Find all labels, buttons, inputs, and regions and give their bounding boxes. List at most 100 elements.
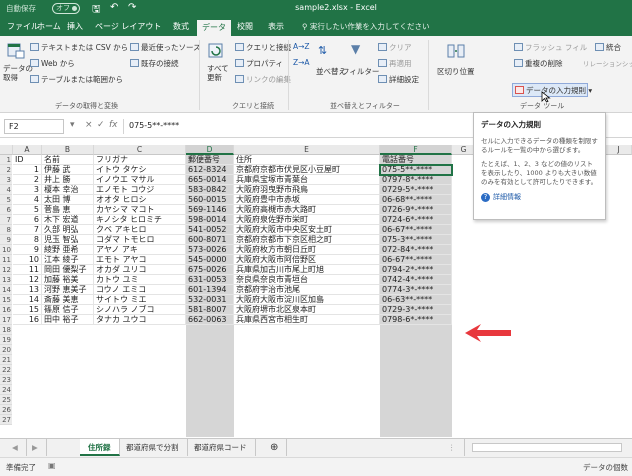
header-cell[interactable]: ID bbox=[13, 155, 42, 165]
enter-icon[interactable]: ✓ bbox=[97, 120, 105, 130]
table-cell[interactable]: 久部 明弘 bbox=[42, 225, 94, 235]
text-to-columns-icon[interactable] bbox=[446, 42, 466, 60]
table-cell[interactable]: 田中 裕子 bbox=[42, 315, 94, 325]
sheet-scroll-right-icon[interactable]: ▶ bbox=[24, 439, 47, 456]
table-cell[interactable]: 大阪府堺市北区泉本町 bbox=[234, 305, 380, 315]
table-cell[interactable]: 5 bbox=[13, 205, 42, 215]
table-cell[interactable]: 兵庫県加古川市尾上町旭 bbox=[234, 265, 380, 275]
properties-button[interactable]: プロパティ bbox=[235, 58, 283, 69]
row-header[interactable]: 19 bbox=[0, 335, 12, 345]
get-data-icon[interactable] bbox=[6, 42, 26, 60]
table-cell[interactable]: 大阪府大阪市中央区安土町 bbox=[234, 225, 380, 235]
table-cell[interactable]: 7 bbox=[13, 225, 42, 235]
table-cell[interactable]: 665-0014 bbox=[186, 175, 234, 185]
existing-connections-button[interactable]: 既存の接続 bbox=[130, 58, 179, 69]
table-cell[interactable]: コダマ トモヒロ bbox=[94, 235, 186, 245]
data-validation-button[interactable]: データの入力規則 ▾ bbox=[515, 85, 592, 96]
horizontal-scrollbar[interactable] bbox=[472, 443, 622, 452]
table-cell[interactable]: 601-1394 bbox=[186, 285, 234, 295]
flash-fill-button[interactable]: フラッシュ フィル bbox=[514, 42, 587, 53]
table-cell[interactable]: クベ アキヒロ bbox=[94, 225, 186, 235]
table-cell[interactable]: シノハラ ノブコ bbox=[94, 305, 186, 315]
table-cell[interactable]: 675-0026 bbox=[186, 265, 234, 275]
table-cell[interactable]: 8 bbox=[13, 235, 42, 245]
sheet-tab-split[interactable]: 都道府県で分割 bbox=[118, 439, 188, 456]
table-cell[interactable]: 兵庫県宝塚市青葉台 bbox=[234, 175, 380, 185]
insert-function-icon[interactable]: fx bbox=[109, 120, 118, 130]
table-cell[interactable]: 569-1146 bbox=[186, 205, 234, 215]
table-cell[interactable]: 伊藤 武 bbox=[42, 165, 94, 175]
table-cell[interactable]: 河野 恵美子 bbox=[42, 285, 94, 295]
row-header[interactable]: 1 bbox=[0, 155, 12, 165]
row-header[interactable]: 25 bbox=[0, 395, 12, 405]
table-cell[interactable]: 9 bbox=[13, 245, 42, 255]
row-header[interactable]: 5 bbox=[0, 195, 12, 205]
table-cell[interactable]: 0794-2*-**** bbox=[380, 265, 452, 275]
table-cell[interactable]: 岡田 優梨子 bbox=[42, 265, 94, 275]
table-cell[interactable]: 榎本 幸治 bbox=[42, 185, 94, 195]
table-cell[interactable]: アヤノ アキ bbox=[94, 245, 186, 255]
table-cell[interactable]: 560-0015 bbox=[186, 195, 234, 205]
table-cell[interactable]: 京都府京都市伏見区小豆屋町 bbox=[234, 165, 380, 175]
queries-connections-button[interactable]: クエリと接続 bbox=[235, 42, 291, 53]
table-cell[interactable]: 大阪府泉佐野市栄町 bbox=[234, 215, 380, 225]
table-cell[interactable]: 06-67**-**** bbox=[380, 225, 452, 235]
table-cell[interactable]: 075-3**-**** bbox=[380, 235, 452, 245]
row-header[interactable]: 10 bbox=[0, 245, 12, 255]
table-cell[interactable]: 2 bbox=[13, 175, 42, 185]
table-cell[interactable]: 072-84*-**** bbox=[380, 245, 452, 255]
table-cell[interactable]: 斎藤 美恵 bbox=[42, 295, 94, 305]
table-cell[interactable]: 612-8324 bbox=[186, 165, 234, 175]
column-header-d[interactable]: D bbox=[186, 145, 234, 155]
table-cell[interactable]: 573-0026 bbox=[186, 245, 234, 255]
row-header[interactable]: 24 bbox=[0, 385, 12, 395]
row-header[interactable]: 7 bbox=[0, 215, 12, 225]
table-cell[interactable]: 06-68**-**** bbox=[380, 195, 452, 205]
table-cell[interactable]: 京都府宇治市池尾 bbox=[234, 285, 380, 295]
clear-filter-button[interactable]: クリア bbox=[378, 42, 412, 53]
tab-view[interactable]: 表示 bbox=[263, 18, 289, 36]
cancel-icon[interactable]: × bbox=[85, 120, 93, 130]
table-cell[interactable]: 江本 綾子 bbox=[42, 255, 94, 265]
row-header[interactable]: 20 bbox=[0, 345, 12, 355]
table-cell[interactable]: カヤシマ マコト bbox=[94, 205, 186, 215]
table-cell[interactable]: 532-0031 bbox=[186, 295, 234, 305]
table-cell[interactable]: 06-63**-**** bbox=[380, 295, 452, 305]
table-cell[interactable]: 598-0014 bbox=[186, 215, 234, 225]
table-cell[interactable]: 0729-3*-**** bbox=[380, 305, 452, 315]
column-header-b[interactable]: B bbox=[42, 145, 94, 155]
table-cell[interactable]: 0726-9*-**** bbox=[380, 205, 452, 215]
table-cell[interactable]: 12 bbox=[13, 275, 42, 285]
table-cell[interactable]: 大阪府大阪市淀川区加島 bbox=[234, 295, 380, 305]
row-header[interactable]: 14 bbox=[0, 285, 12, 295]
table-cell[interactable]: 541-0052 bbox=[186, 225, 234, 235]
table-cell[interactable]: 14 bbox=[13, 295, 42, 305]
column-header-j[interactable]: J bbox=[606, 145, 632, 155]
macro-record-icon[interactable]: ▣ bbox=[48, 461, 56, 470]
recent-sources-button[interactable]: 最近使ったソース bbox=[130, 42, 201, 53]
advanced-filter-button[interactable]: 詳細設定 bbox=[378, 74, 419, 85]
tooltip-more-info-link[interactable]: ? 詳細情報 bbox=[481, 192, 598, 202]
tab-formulas[interactable]: 数式 bbox=[168, 18, 194, 36]
row-header[interactable]: 2 bbox=[0, 165, 12, 175]
column-header-e[interactable]: E bbox=[234, 145, 380, 155]
row-header[interactable]: 22 bbox=[0, 365, 12, 375]
table-cell[interactable]: 0729-5*-**** bbox=[380, 185, 452, 195]
table-cell[interactable]: 4 bbox=[13, 195, 42, 205]
table-cell[interactable]: エモト アヤコ bbox=[94, 255, 186, 265]
table-cell[interactable]: 加藤 裕美 bbox=[42, 275, 94, 285]
table-cell[interactable]: 600-8071 bbox=[186, 235, 234, 245]
remove-duplicates-button[interactable]: 重複の削除 bbox=[514, 58, 563, 69]
table-cell[interactable]: 1 bbox=[13, 165, 42, 175]
get-data-button[interactable]: データの 取得 bbox=[3, 64, 33, 82]
row-header[interactable]: 12 bbox=[0, 265, 12, 275]
tell-me-box[interactable]: ⚲ 実行したい作業を入力してください bbox=[302, 18, 429, 36]
tab-home[interactable]: ホーム bbox=[32, 18, 66, 36]
from-table-button[interactable]: テーブルまたは範囲から bbox=[30, 74, 123, 85]
tab-data[interactable]: データ bbox=[197, 20, 231, 36]
table-cell[interactable]: 篠原 信子 bbox=[42, 305, 94, 315]
from-web-button[interactable]: Web から bbox=[30, 58, 75, 69]
table-cell[interactable]: オオタ ヒロシ bbox=[94, 195, 186, 205]
from-text-csv-button[interactable]: テキストまたは CSV から bbox=[30, 42, 128, 53]
sheet-tab-address[interactable]: 住所録 bbox=[80, 439, 120, 456]
